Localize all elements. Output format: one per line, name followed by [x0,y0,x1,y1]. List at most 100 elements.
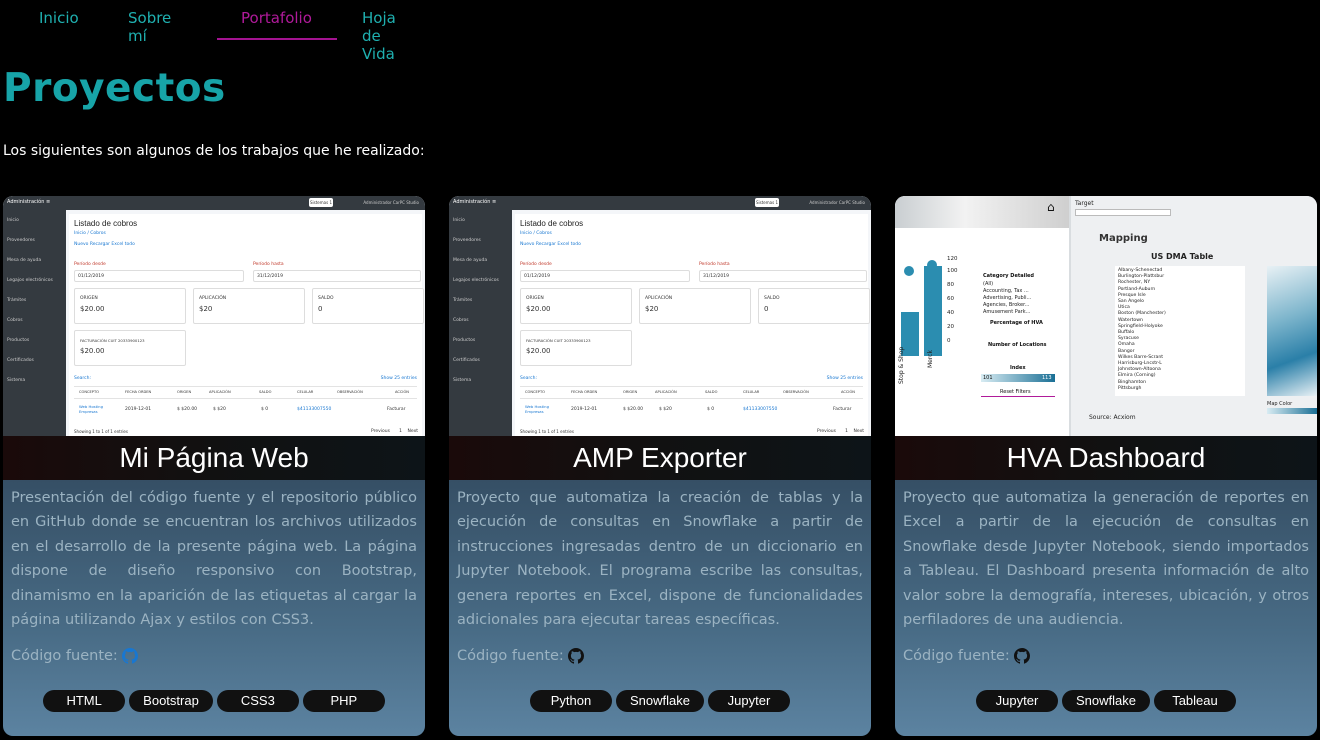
card-description: Proyecto que automatiza la generación de… [903,490,1309,629]
hva-reset-button[interactable]: Reset Filters [1000,389,1031,395]
source-label: Código fuente: [903,648,1010,664]
hva-axis-tick: 0 [947,338,951,344]
tag: Snowflake [1062,690,1150,712]
page-subtitle: Los siguientes son algunos de los trabaj… [3,143,425,159]
mock-stat-value: 0 [764,305,769,313]
nav-portafolio[interactable]: Portafolio [241,9,312,27]
mock-search-label: Search: [520,376,537,381]
card-description: Presentación del código fuente y el repo… [11,490,417,629]
mock-col: ACCIÓN [395,390,409,394]
mock-col: ORIGEN [177,390,192,394]
tag: Jupyter [707,690,790,712]
mock-cell: Facturar [833,407,852,412]
mock-heading: Listado de cobros [520,219,584,228]
hva-filter-option[interactable]: (All) [983,281,993,287]
project-screenshot: Administración ≡ Sistemas 1 Administrado… [449,196,871,438]
hva-index-min: 101 [983,375,993,381]
mock-col: OBSERVACIÓN [783,390,809,394]
mock-cell: Web Hosting Empresas [79,404,104,414]
hva-filter-option[interactable]: Advertising, Publi... [983,295,1031,301]
mock-label: Período hasta [253,262,284,267]
mock-main: Listado de cobros Inicio / Cobros Nuevo … [66,210,425,438]
mock-label: Período desde [520,262,552,267]
mock-stat-box: APLICACIÓN $20 [639,288,751,324]
mock-stat-label: SALDO [764,296,780,301]
mock-sidebar-item: Cobros [7,318,23,323]
mock-label: Período hasta [699,262,730,267]
mock-user: Administrador CarPC Studio [809,200,865,205]
project-card-hva[interactable]: ⌂ Stop & Shop Merck 120 100 80 60 40 20 … [895,196,1317,736]
hva-dma-row: Utica [1118,305,1130,311]
mock-col: APLICACIÓN [655,390,677,394]
hva-filter-title: Number of Locations [988,342,1047,348]
mock-system-button: Sistemas 1 [755,198,779,207]
mock-app-title: Administración ≡ [453,199,497,205]
mock-sidebar: Inicio Proveedores Mesa de ayuda Legajos… [3,210,66,438]
hva-map-legend: Map Color [1267,401,1293,407]
project-card-amp[interactable]: Administración ≡ Sistemas 1 Administrado… [449,196,871,736]
card-source: Código fuente: [11,648,138,664]
hva-dma-row: Syracuse [1118,336,1139,342]
mock-stat-label: ORIGEN [526,296,544,301]
tag: HTML [43,690,126,712]
mock-stat-box: FACTURACIÓN CUIT 20333900123 $20.00 [74,330,186,366]
mock-col: CONCEPTO [525,390,545,394]
mock-stat-value: $20.00 [526,347,551,355]
hva-dma-row: Pittsburgh [1118,385,1142,391]
hva-filter-option[interactable]: Accounting, Tax ... [983,288,1029,294]
mock-search-label: Search: [74,376,91,381]
mock-actions: Nuevo Recargar Excel todo [520,242,581,247]
mock-pager: Previous [370,429,390,434]
mock-sidebar-item: Certificados [453,358,480,363]
project-card-web[interactable]: Administración ≡ Sistemas 1 Administrado… [3,196,425,736]
mock-stat-box: SALDO 0 [312,288,424,324]
mock-cell: $ 0 [707,407,715,412]
hva-axis-tick: 80 [947,282,954,288]
nav-hoja-de-vida[interactable]: Hoja de Vida [362,9,396,63]
mock-field-value: 01/12/2019 [524,274,550,279]
mock-stat-box: ORIGEN $20.00 [74,288,186,324]
github-icon[interactable] [121,648,138,664]
hva-filter-option[interactable]: Amusement Park... [983,309,1030,315]
card-source: Código fuente: [903,648,1030,664]
hva-mapping-title: Mapping [1099,233,1148,244]
github-icon[interactable] [567,648,584,664]
mock-pager: Previous [816,429,836,434]
hva-bar-label: Merck [927,350,934,368]
mock-divider [74,386,417,387]
tag: Python [530,690,612,712]
hva-table-title: US DMA Table [1151,252,1214,261]
mock-field-value: 31/12/2019 [257,274,283,279]
mock-cell: $ $20 [659,407,672,412]
mock-stat-box: FACTURACIÓN CUIT 20333900123 $20.00 [520,330,632,366]
hva-dot [927,260,937,270]
hva-axis-tick: 120 [947,256,958,262]
mock-breadcrumb: Inicio / Cobros [520,231,552,236]
mock-user: Administrador CarPC Studio [363,200,419,205]
tag-list: HTML Bootstrap CSS3 PHP [3,690,425,712]
nav-inicio[interactable]: Inicio [39,9,79,27]
mock-field: 31/12/2019 [699,270,867,282]
hva-dma-row: Wilkes Barre-Scrant [1118,354,1164,360]
hva-map [1267,266,1317,396]
mock-stat-label: APLICACIÓN [199,296,227,301]
home-icon[interactable]: ⌂ [1047,200,1055,214]
hva-target-select[interactable] [1075,209,1171,216]
mock-col: FECHA ORDEN [125,390,152,394]
github-icon[interactable] [1013,648,1030,664]
mock-pager: 1 [845,429,848,434]
mock-stat-value: 0 [318,305,323,313]
mock-col: CONCEPTO [79,390,99,394]
project-screenshot: ⌂ Stop & Shop Merck 120 100 80 60 40 20 … [895,196,1317,438]
mock-field-value: 31/12/2019 [703,274,729,279]
nav-sobre-mi[interactable]: Sobre mí [128,9,171,45]
hva-filter-option[interactable]: Agencies, Broker... [983,302,1029,308]
mock-sidebar-item: Trámites [7,298,27,303]
mock-stat-value: $20.00 [80,305,105,313]
hva-filter-title: Category Detailed [983,273,1035,279]
source-label: Código fuente: [11,648,118,664]
mock-stat-value: $20 [199,305,213,313]
hva-dma-row: Burlington-Plattsbur [1118,274,1165,280]
mock-sidebar: Inicio Proveedores Mesa de ayuda Legajos… [449,210,512,438]
mock-cell: $41133007550 [297,407,332,412]
